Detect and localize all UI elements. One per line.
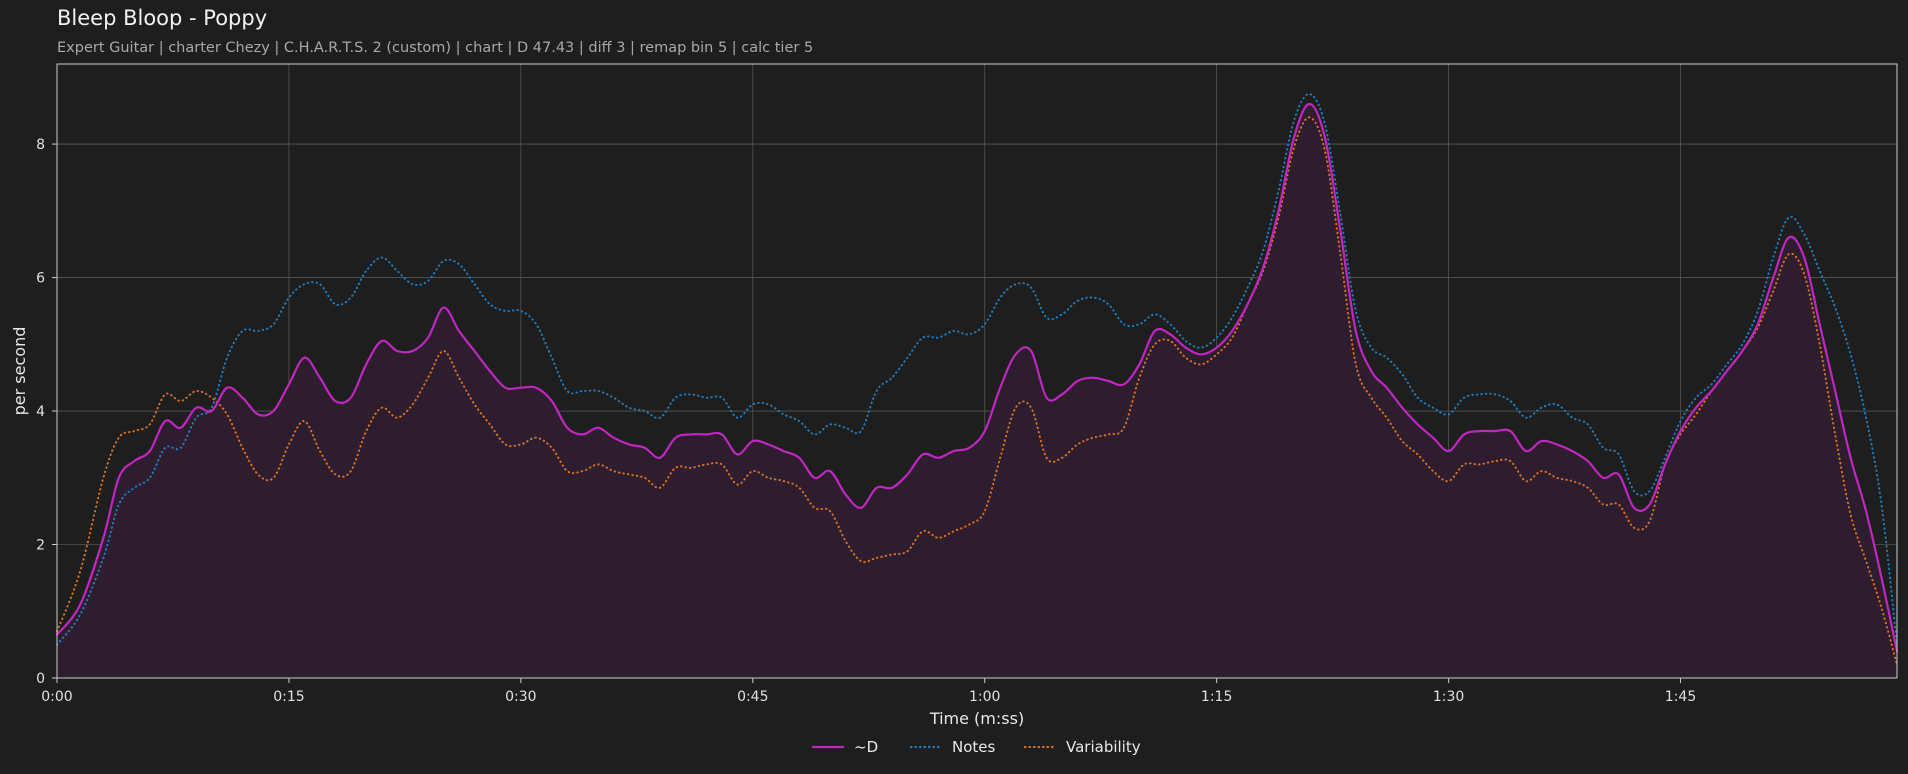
- x-tick-label: 0:00: [41, 689, 72, 705]
- y-tick-label: 2: [36, 538, 45, 554]
- x-tick-label: 0:15: [273, 689, 304, 705]
- chart-canvas: 0:00 0:15 0:30 0:45 1:00 1:15 1:30 1:45 0 2 4 6 8 Ti…: [10, 63, 1899, 756]
- y-tick-label: 4: [36, 404, 45, 420]
- area-fill-layer: [57, 104, 1897, 678]
- y-tick-label: 0: [36, 671, 45, 687]
- legend-label-notes: Notes: [952, 738, 996, 756]
- legend: ~D Notes Variability: [811, 738, 1141, 756]
- legend-label-d: ~D: [854, 738, 878, 756]
- x-axis-label: Time (m:ss): [929, 709, 1024, 728]
- x-tick-label: 0:45: [737, 689, 768, 705]
- x-tick-label: 1:30: [1433, 689, 1464, 705]
- y-tick-label: 8: [36, 137, 45, 153]
- y-tick-label: 6: [36, 271, 45, 287]
- x-tick-label: 1:45: [1665, 689, 1696, 705]
- series-d-area: [57, 104, 1897, 678]
- x-tick-label: 1:00: [969, 689, 1000, 705]
- x-tick-label: 1:15: [1201, 689, 1232, 705]
- x-tick-label: 0:30: [505, 689, 536, 705]
- legend-label-variability: Variability: [1066, 738, 1141, 756]
- y-axis-label: per second: [10, 327, 29, 416]
